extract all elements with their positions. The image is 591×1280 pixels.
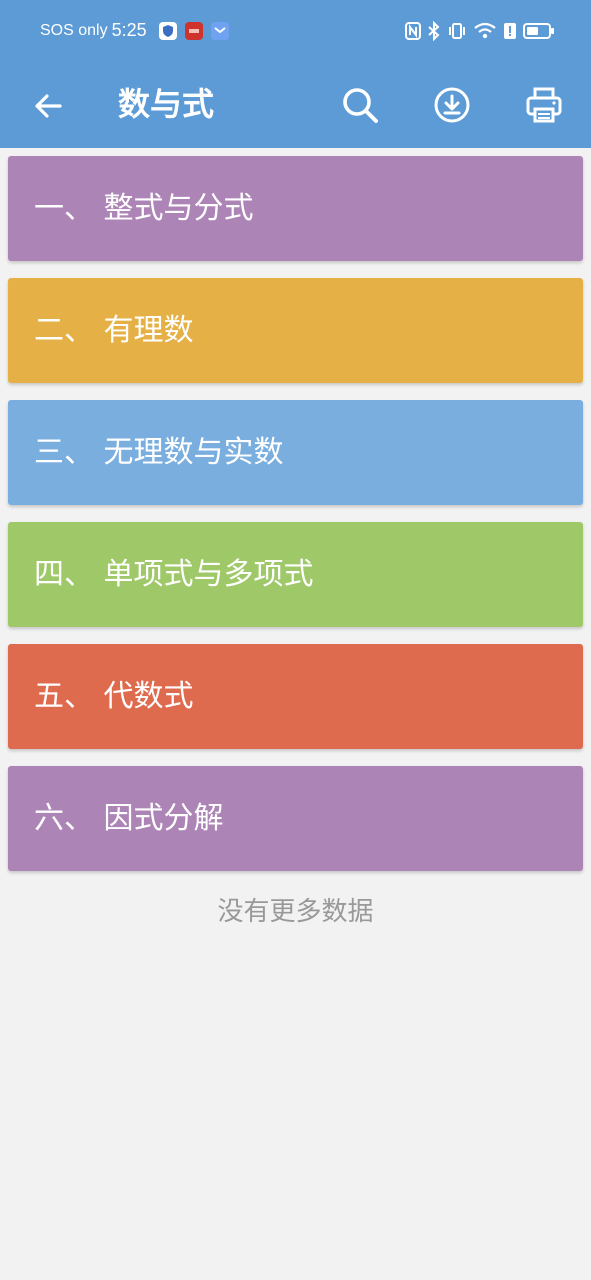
nfc-icon <box>405 22 421 40</box>
mail-app-icon <box>210 21 229 40</box>
back-button[interactable] <box>28 86 68 126</box>
download-icon <box>434 87 470 123</box>
shield-app-icon <box>158 21 177 40</box>
search-button[interactable] <box>336 81 384 129</box>
vibrate-icon <box>447 21 467 41</box>
status-left: SOS only 5:25 <box>40 20 229 41</box>
red-app-icon <box>184 21 203 40</box>
download-button[interactable] <box>428 81 476 129</box>
chapter-item-2[interactable]: 二、 有理数 <box>8 278 583 383</box>
wifi-icon <box>473 21 497 41</box>
alert-icon <box>503 22 517 40</box>
chapter-label: 二、 有理数 <box>34 312 194 348</box>
chapter-label: 一、 整式与分式 <box>34 190 254 226</box>
clock-time: 5:25 <box>111 20 147 40</box>
chapter-label: 三、 无理数与实数 <box>34 434 284 470</box>
chapter-item-4[interactable]: 四、 单项式与多项式 <box>8 522 583 627</box>
no-more-data-text: 没有更多数据 <box>217 897 374 927</box>
chapter-list: 一、 整式与分式 二、 有理数 三、 无理数与实数 四、 单项式与多项式 五、 … <box>8 156 583 888</box>
print-icon <box>526 87 562 123</box>
bluetooth-icon <box>427 21 441 41</box>
app-bar: 数与式 <box>0 64 591 148</box>
status-right <box>405 21 555 41</box>
chapter-label: 六、 因式分解 <box>34 800 224 836</box>
chapter-item-3[interactable]: 三、 无理数与实数 <box>8 400 583 505</box>
chapter-item-1[interactable]: 一、 整式与分式 <box>8 156 583 261</box>
chapter-label: 五、 代数式 <box>34 678 194 714</box>
carrier-text: SOS only <box>40 21 108 39</box>
app-screen: SOS only 5:25 数与式 一、 整式与分式 二、 有理数 三、 无理数… <box>0 0 591 1280</box>
chapter-item-5[interactable]: 五、 代数式 <box>8 644 583 749</box>
search-icon <box>343 88 378 123</box>
print-button[interactable] <box>520 81 568 129</box>
page-title: 数与式 <box>118 85 215 123</box>
chapter-label: 四、 单项式与多项式 <box>34 556 314 592</box>
status-bar: SOS only 5:25 <box>0 0 591 64</box>
back-arrow-icon <box>35 94 62 118</box>
chapter-item-6[interactable]: 六、 因式分解 <box>8 766 583 871</box>
battery-icon <box>523 22 555 40</box>
